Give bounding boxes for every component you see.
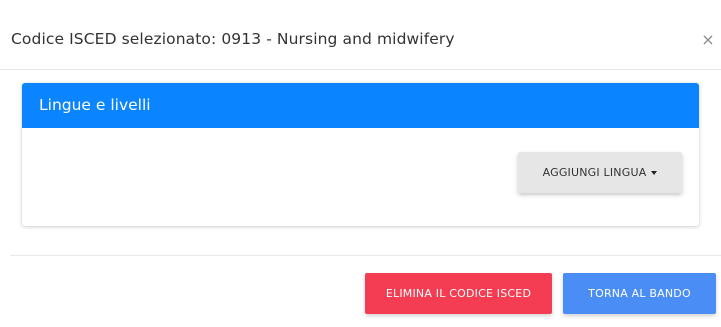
card-header: Lingue e livelli <box>22 83 699 128</box>
isced-modal: Codice ISCED selezionato: 0913 - Nursing… <box>0 0 721 327</box>
close-icon[interactable]: × <box>698 29 718 51</box>
add-language-label: AGGIUNGI LINGUA <box>542 166 647 179</box>
back-to-call-button[interactable]: TORNA AL BANDO <box>563 273 716 314</box>
footer-divider <box>10 255 721 256</box>
add-language-button[interactable]: AGGIUNGI LINGUA <box>518 152 682 193</box>
caret-down-icon <box>651 171 658 175</box>
modal-header: Codice ISCED selezionato: 0913 - Nursing… <box>0 0 721 70</box>
languages-card: Lingue e livelli AGGIUNGI LINGUA <box>22 83 699 226</box>
card-title: Lingue e livelli <box>39 96 151 114</box>
modal-title: Codice ISCED selezionato: 0913 - Nursing… <box>11 30 455 48</box>
delete-isced-button[interactable]: ELIMINA IL CODICE ISCED <box>365 273 552 314</box>
